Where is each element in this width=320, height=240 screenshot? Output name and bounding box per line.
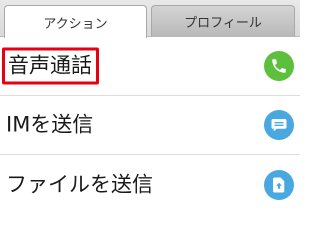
tab-profile[interactable]: プロフィール <box>151 5 295 37</box>
send-im-label: IMを送信 <box>6 112 94 137</box>
action-list: 音声通話 IMを送信 ファイルを送信 <box>0 37 300 214</box>
action-row-send-file[interactable]: ファイルを送信 <box>0 155 300 214</box>
action-row-voice-call[interactable]: 音声通話 <box>0 37 300 96</box>
message-icon[interactable] <box>264 110 294 140</box>
file-upload-icon[interactable] <box>264 169 294 200</box>
phone-icon[interactable] <box>264 51 294 81</box>
action-row-send-im[interactable]: IMを送信 <box>0 96 300 155</box>
tab-bar: アクション プロフィール <box>0 0 300 38</box>
tab-action[interactable]: アクション <box>4 5 147 38</box>
contact-action-screen: アクション プロフィール 音声通話 IMを送信 ファイルを送信 <box>0 0 300 218</box>
tab-action-label: アクション <box>43 16 108 32</box>
tab-profile-label: プロフィール <box>184 16 262 31</box>
voice-call-label: 音声通話 <box>2 47 99 85</box>
send-file-label: ファイルを送信 <box>6 172 153 196</box>
